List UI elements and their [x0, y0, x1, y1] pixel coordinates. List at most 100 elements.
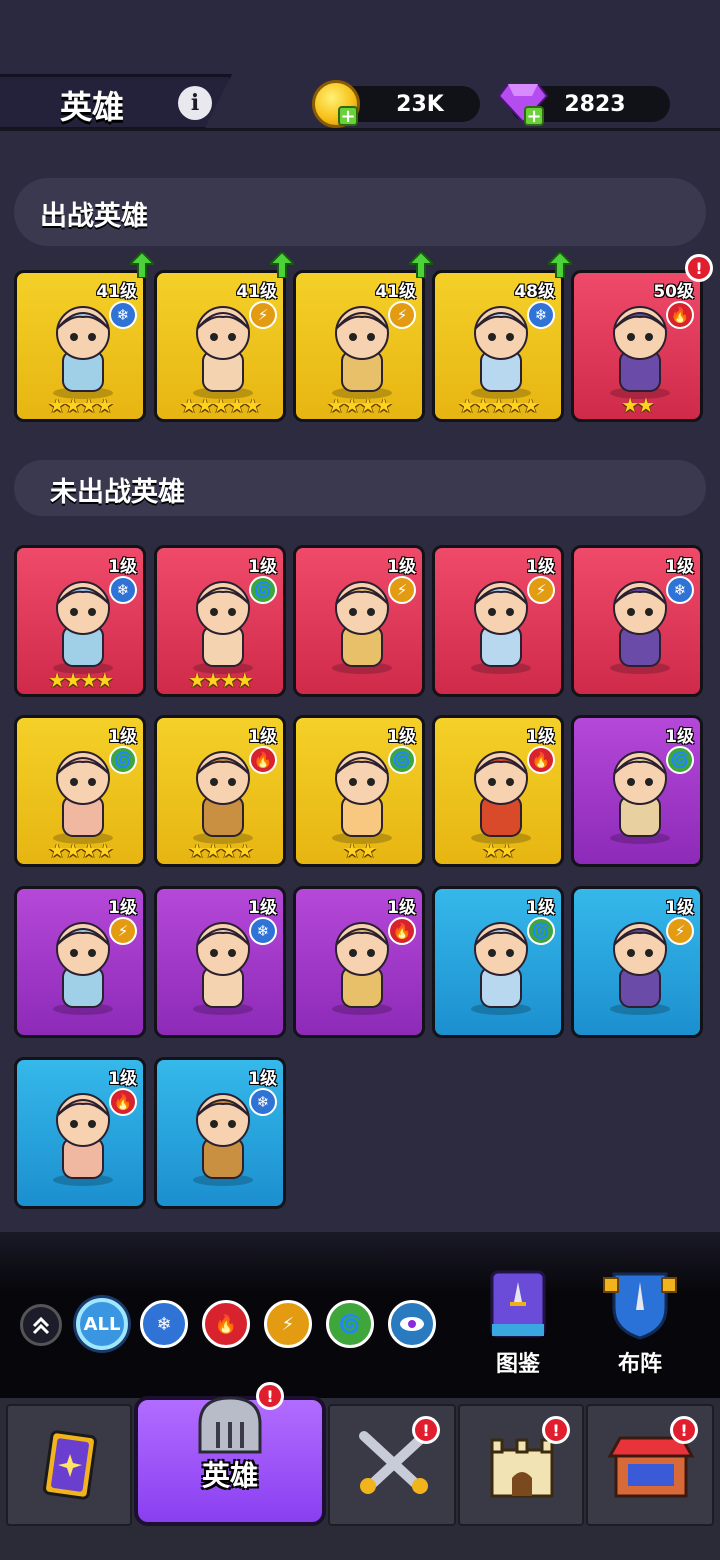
deployed-section-title: 出战英雄 [40, 201, 148, 232]
wind-element-icon: 🌀 [666, 746, 694, 774]
hero-card[interactable]: 1级 🔥 [14, 1057, 146, 1209]
tab-heroes-label: 英雄 [201, 1459, 258, 1492]
hero-card[interactable]: 1级 🌀 [432, 886, 564, 1038]
battle-alert-badge: ! [412, 1416, 440, 1444]
ice-element-icon: ❄ [109, 301, 137, 329]
hero-level: 1级 [108, 727, 137, 747]
filter-all-button[interactable]: ALL [76, 1298, 128, 1350]
undeployed-section-title: 未出战英雄 [50, 477, 185, 508]
hero-card[interactable]: 1级 ⚡ [293, 545, 425, 697]
hero-stars: ★★ [343, 838, 377, 862]
upgrade-arrow-icon [270, 252, 294, 278]
hero-card[interactable]: 1级 🌀 ★★★★ [14, 715, 146, 867]
tab-shop[interactable]: ! [586, 1404, 714, 1526]
lightning-element-icon: ⚡ [527, 576, 555, 604]
add-gold-icon[interactable]: + [338, 106, 358, 126]
hero-stars: ★★★★ [48, 838, 114, 862]
formation-button[interactable]: 布阵 [590, 1268, 690, 1378]
hero-level: 41级 [375, 282, 416, 302]
fire-element-icon: 🔥 [388, 917, 416, 945]
gold-amount: 23K [396, 91, 444, 117]
lightning-element-icon: ⚡ [666, 917, 694, 945]
hero-card[interactable]: 1级 ❄ [154, 1057, 286, 1209]
hero-level: 1级 [665, 898, 694, 918]
hero-card[interactable]: 1级 ❄ ★★★★ [14, 545, 146, 697]
hero-card[interactable]: 1级 ⚡ [14, 886, 146, 1038]
formation-label: 布阵 [617, 1352, 662, 1377]
ice-element-icon: ❄ [249, 1088, 277, 1116]
hero-level: 1级 [526, 557, 555, 577]
upgrade-arrow-icon [130, 252, 154, 278]
hero-card[interactable]: 41级 ⚡ ★★★★★ [154, 270, 286, 422]
hero-level: 1级 [248, 898, 277, 918]
hero-level: 1级 [526, 727, 555, 747]
lightning-icon[interactable]: ⚡ [264, 1300, 312, 1348]
hero-card[interactable]: 1级 🌀 ★★★★ [154, 545, 286, 697]
tab-battle[interactable]: ! [328, 1404, 456, 1526]
wind-element-icon: 🌀 [249, 576, 277, 604]
hero-card[interactable]: 41级 ⚡ ★★★★ [293, 270, 425, 422]
hero-card[interactable]: 1级 🔥 [293, 886, 425, 1038]
lightning-element-icon: ⚡ [388, 301, 416, 329]
hero-card[interactable]: 1级 ⚡ [571, 886, 703, 1038]
castle-alert-badge: ! [542, 1416, 570, 1444]
lightning-element-icon: ⚡ [388, 576, 416, 604]
hero-card[interactable]: 48级 ❄ ★★★★★ [432, 270, 564, 422]
hero-card[interactable]: 1级 ❄ [154, 886, 286, 1038]
fire-icon[interactable]: 🔥 [202, 1300, 250, 1348]
hero-card[interactable]: 1级 🔥 ★★★★ [154, 715, 286, 867]
hero-level: 1级 [248, 727, 277, 747]
hero-level: 1级 [108, 557, 137, 577]
hero-card[interactable]: 41级 ❄ ★★★★ [14, 270, 146, 422]
hero-level: 48级 [514, 282, 555, 302]
hero-level: 1级 [526, 898, 555, 918]
divider [0, 128, 720, 131]
hero-level: 1级 [248, 557, 277, 577]
hero-stars: ★★★★★ [180, 393, 262, 417]
book-icon [490, 1270, 546, 1338]
hero-stars: ★★★★ [188, 668, 254, 692]
hero-stars: ★★★★ [48, 393, 114, 417]
wind-icon[interactable]: 🌀 [326, 1300, 374, 1348]
wind-element-icon: 🌀 [527, 917, 555, 945]
ice-icon[interactable]: ❄ [140, 1300, 188, 1348]
hero-level: 1级 [108, 1069, 137, 1089]
fire-element-icon: 🔥 [527, 746, 555, 774]
hero-card[interactable]: 1级 🌀 ★★ [293, 715, 425, 867]
hero-level: 41级 [96, 282, 137, 302]
shield-icon [603, 1272, 677, 1340]
double-chevron-up-icon[interactable] [20, 1304, 62, 1346]
upgrade-arrow-icon [409, 252, 433, 278]
hero-card[interactable]: 1级 ❄ [571, 545, 703, 697]
hero-level: 1级 [387, 898, 416, 918]
hero-level: 1级 [665, 727, 694, 747]
hero-card[interactable]: 1级 ⚡ [432, 545, 564, 697]
fire-element-icon: 🔥 [249, 746, 277, 774]
page-title: 英雄 [60, 88, 125, 126]
info-icon[interactable]: i [178, 86, 212, 120]
tab-cards[interactable] [6, 1404, 132, 1526]
add-gem-icon[interactable]: + [524, 106, 544, 126]
hero-level: 41级 [236, 282, 277, 302]
heroes-alert-badge: ! [256, 1382, 284, 1410]
hero-level: 50级 [653, 282, 694, 302]
hero-level: 1级 [387, 557, 416, 577]
lightning-element-icon: ⚡ [249, 301, 277, 329]
hero-card[interactable]: 1级 🌀 [571, 715, 703, 867]
hero-stars: ★★★★ [48, 668, 114, 692]
tab-castle[interactable]: ! [458, 1404, 584, 1526]
hero-stars: ★★ [621, 393, 655, 417]
hero-stars: ★★★★★ [458, 393, 540, 417]
hero-stars: ★★★★ [188, 838, 254, 862]
ice-element-icon: ❄ [527, 301, 555, 329]
codex-label: 图鉴 [495, 1352, 540, 1377]
eye-icon[interactable] [388, 1300, 436, 1348]
hero-card[interactable]: 1级 🔥 ★★ [432, 715, 564, 867]
card-icon [43, 1430, 97, 1500]
codex-button[interactable]: 图鉴 [468, 1268, 568, 1378]
hero-card[interactable]: 50级 🔥 ★★ [571, 270, 703, 422]
fire-element-icon: 🔥 [109, 1088, 137, 1116]
hero-stars: ★★★★ [327, 393, 393, 417]
ice-element-icon: ❄ [109, 576, 137, 604]
hero-alert-badge: ! [685, 254, 713, 282]
